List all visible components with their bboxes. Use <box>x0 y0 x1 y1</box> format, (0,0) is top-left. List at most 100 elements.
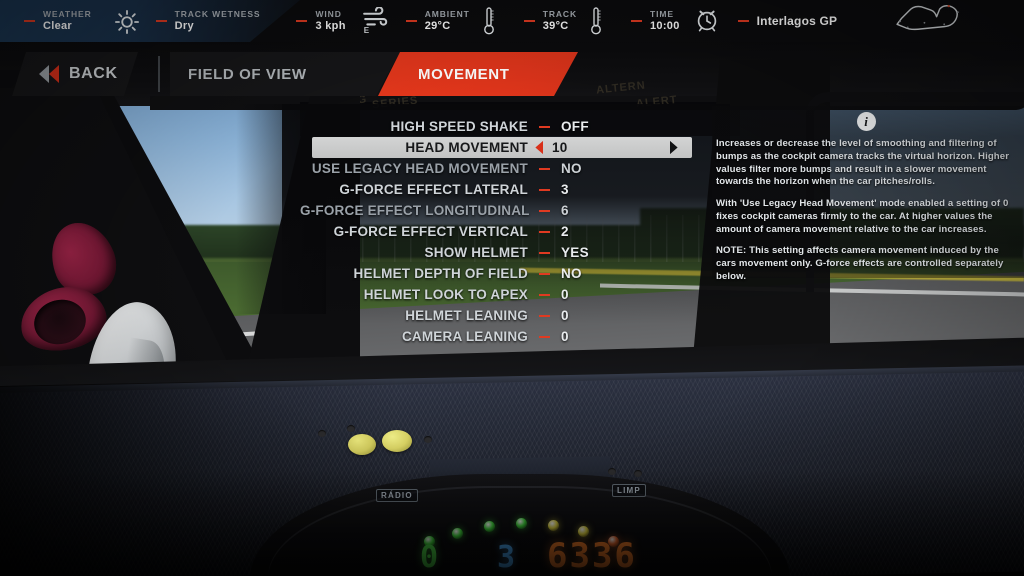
dash-marker-icon <box>539 167 550 170</box>
setting-value: 3 <box>561 182 569 197</box>
tab-field-of-view-label: FIELD OF VIEW <box>188 65 307 83</box>
info-paragraph: Increases or decrease the level of smoot… <box>716 138 1010 188</box>
setting-row-helmet-leaning[interactable]: HELMET LEANING 0 <box>300 305 720 326</box>
dash-marker-icon <box>155 20 167 22</box>
setting-row-g-force-effect-longitudinal[interactable]: G-FORCE EFFECT LONGITUDINAL 6 <box>300 200 720 221</box>
setting-value: 0 <box>561 287 569 302</box>
setting-row-high-speed-shake[interactable]: HIGH SPEED SHAKE OFF <box>300 116 720 137</box>
info-panel: i Increases or decrease the level of smo… <box>716 112 1016 284</box>
setting-value: 2 <box>561 224 569 239</box>
dash-marker-icon <box>405 20 417 22</box>
dash-marker-icon <box>539 335 550 338</box>
dash-marker-icon <box>24 20 35 22</box>
info-icon: i <box>856 112 876 131</box>
navigation-bar: BACK FIELD OF VIEW MOVEMENT <box>0 52 1024 96</box>
setting-row-g-force-effect-vertical[interactable]: G-FORCE EFFECT VERTICAL 2 <box>300 221 720 242</box>
status-wind-label: WIND <box>315 9 342 20</box>
wheel-button-yellow-2 <box>382 430 412 452</box>
dash-marker-icon <box>737 20 749 22</box>
setting-value: YES <box>561 245 589 260</box>
wheel-button-3 <box>424 436 432 443</box>
setting-value: OFF <box>561 119 589 134</box>
status-wind: WIND 3 kph <box>296 0 345 42</box>
info-paragraph: NOTE: This setting affects camera moveme… <box>716 245 1004 282</box>
sun-icon <box>114 6 140 36</box>
status-track-temp-label: TRACK <box>542 9 577 20</box>
status-wind-value: 3 kph <box>315 19 346 32</box>
setting-value: 0 <box>561 329 569 344</box>
setting-value: NO <box>561 161 582 176</box>
thermometer-icon <box>589 6 615 36</box>
dash-marker-icon <box>539 293 550 296</box>
game-screen: ALTERNALERTRACINGSERIES RÁDIO LIMP 0 <box>0 0 1024 576</box>
status-weather-label: WEATHER <box>43 9 92 20</box>
dash-marker-icon <box>539 188 550 191</box>
setting-row-camera-leaning[interactable]: CAMERA LEANING 0 <box>300 326 720 347</box>
dash-marker-icon <box>523 20 535 22</box>
setting-row-use-legacy-head-movement[interactable]: USE LEGACY HEAD MOVEMENT NO <box>300 158 720 179</box>
dash-marker-icon <box>631 20 642 22</box>
status-event: Interlagos GP <box>737 0 838 42</box>
status-weather-value: Clear <box>43 19 73 32</box>
setting-row-helmet-depth-of-field[interactable]: HELMET DEPTH OF FIELD NO <box>300 263 720 284</box>
dash-marker-icon <box>539 125 550 128</box>
dash-marker-icon <box>296 20 308 22</box>
wheel-button-2 <box>347 425 355 432</box>
status-track-wetness-value: Dry <box>174 19 194 32</box>
back-button-label: BACK <box>69 65 118 82</box>
setting-label: HELMET DEPTH OF FIELD <box>353 266 528 281</box>
setting-row-helmet-look-to-apex[interactable]: HELMET LOOK TO APEX 0 <box>300 284 720 305</box>
back-button[interactable]: BACK <box>12 52 138 96</box>
status-time-label: TIME <box>650 9 674 20</box>
dash-marker-icon <box>539 272 550 275</box>
tab-field-of-view[interactable]: FIELD OF VIEW <box>170 52 400 96</box>
status-ambient: AMBIENT 29°C <box>405 0 470 42</box>
top-status-bar: WEATHER Clear TRACK WETNESS Dry WIND 3 k… <box>0 0 1024 42</box>
wheel-button-yellow-1 <box>348 434 376 455</box>
dash-marker-icon <box>539 251 550 254</box>
tab-movement[interactable]: MOVEMENT <box>378 52 578 96</box>
clock-icon <box>694 6 720 36</box>
setting-label: G-FORCE EFFECT VERTICAL <box>333 224 528 239</box>
dash-marker-icon <box>539 209 550 212</box>
setting-label: G-FORCE EFFECT LONGITUDINAL <box>300 203 530 218</box>
setting-row-show-helmet[interactable]: SHOW HELMET YES <box>300 242 720 263</box>
wheel-button-1 <box>318 430 326 437</box>
status-time: TIME 10:00 <box>631 0 680 42</box>
settings-list: HIGH SPEED SHAKE OFF HEAD MOVEMENT 10 USE LE… <box>300 116 720 347</box>
wind-icon: E <box>362 6 388 36</box>
chevron-left-icon[interactable] <box>532 140 545 155</box>
setting-label: HELMET LOOK TO APEX <box>363 287 528 302</box>
status-ambient-value: 29°C <box>424 19 451 32</box>
setting-label: USE LEGACY HEAD MOVEMENT <box>311 161 528 176</box>
info-paragraph: With 'Use Legacy Head Movement' mode ena… <box>716 198 1009 235</box>
status-time-value: 10:00 <box>650 19 680 32</box>
status-track-temp: TRACK 39°C <box>523 0 577 42</box>
event-name: Interlagos GP <box>756 14 838 28</box>
setting-label: G-FORCE EFFECT LATERAL <box>339 182 528 197</box>
dash-marker-icon <box>539 230 550 233</box>
status-track-temp-value: 39°C <box>542 19 569 32</box>
status-weather: WEATHER Clear <box>24 0 92 42</box>
setting-label: SHOW HELMET <box>424 245 528 260</box>
setting-value: 10 <box>552 140 568 155</box>
setting-label: HIGH SPEED SHAKE <box>390 119 528 134</box>
setting-label: HEAD MOVEMENT <box>405 140 528 155</box>
double-chevron-left-icon <box>36 63 62 85</box>
status-track-wetness: TRACK WETNESS Dry <box>155 0 261 42</box>
nav-divider <box>158 56 160 92</box>
wind-direction-label: E <box>363 26 370 35</box>
status-track-wetness-label: TRACK WETNESS <box>174 9 261 20</box>
setting-row-g-force-effect-lateral[interactable]: G-FORCE EFFECT LATERAL 3 <box>300 179 720 200</box>
dash-marker-icon <box>539 314 550 317</box>
tab-movement-label: MOVEMENT <box>418 65 510 83</box>
info-text: Increases or decrease the level of smoot… <box>716 138 1016 284</box>
dashboard-shadow-bottom <box>0 470 1024 576</box>
chevron-right-icon[interactable] <box>667 140 680 155</box>
status-ambient-label: AMBIENT <box>424 9 470 20</box>
thermometer-icon <box>482 6 508 36</box>
setting-label: HELMET LEANING <box>405 308 528 323</box>
setting-label: CAMERA LEANING <box>401 329 528 344</box>
setting-row-head-movement[interactable]: HEAD MOVEMENT 10 <box>312 137 692 158</box>
setting-value: 0 <box>561 308 569 323</box>
